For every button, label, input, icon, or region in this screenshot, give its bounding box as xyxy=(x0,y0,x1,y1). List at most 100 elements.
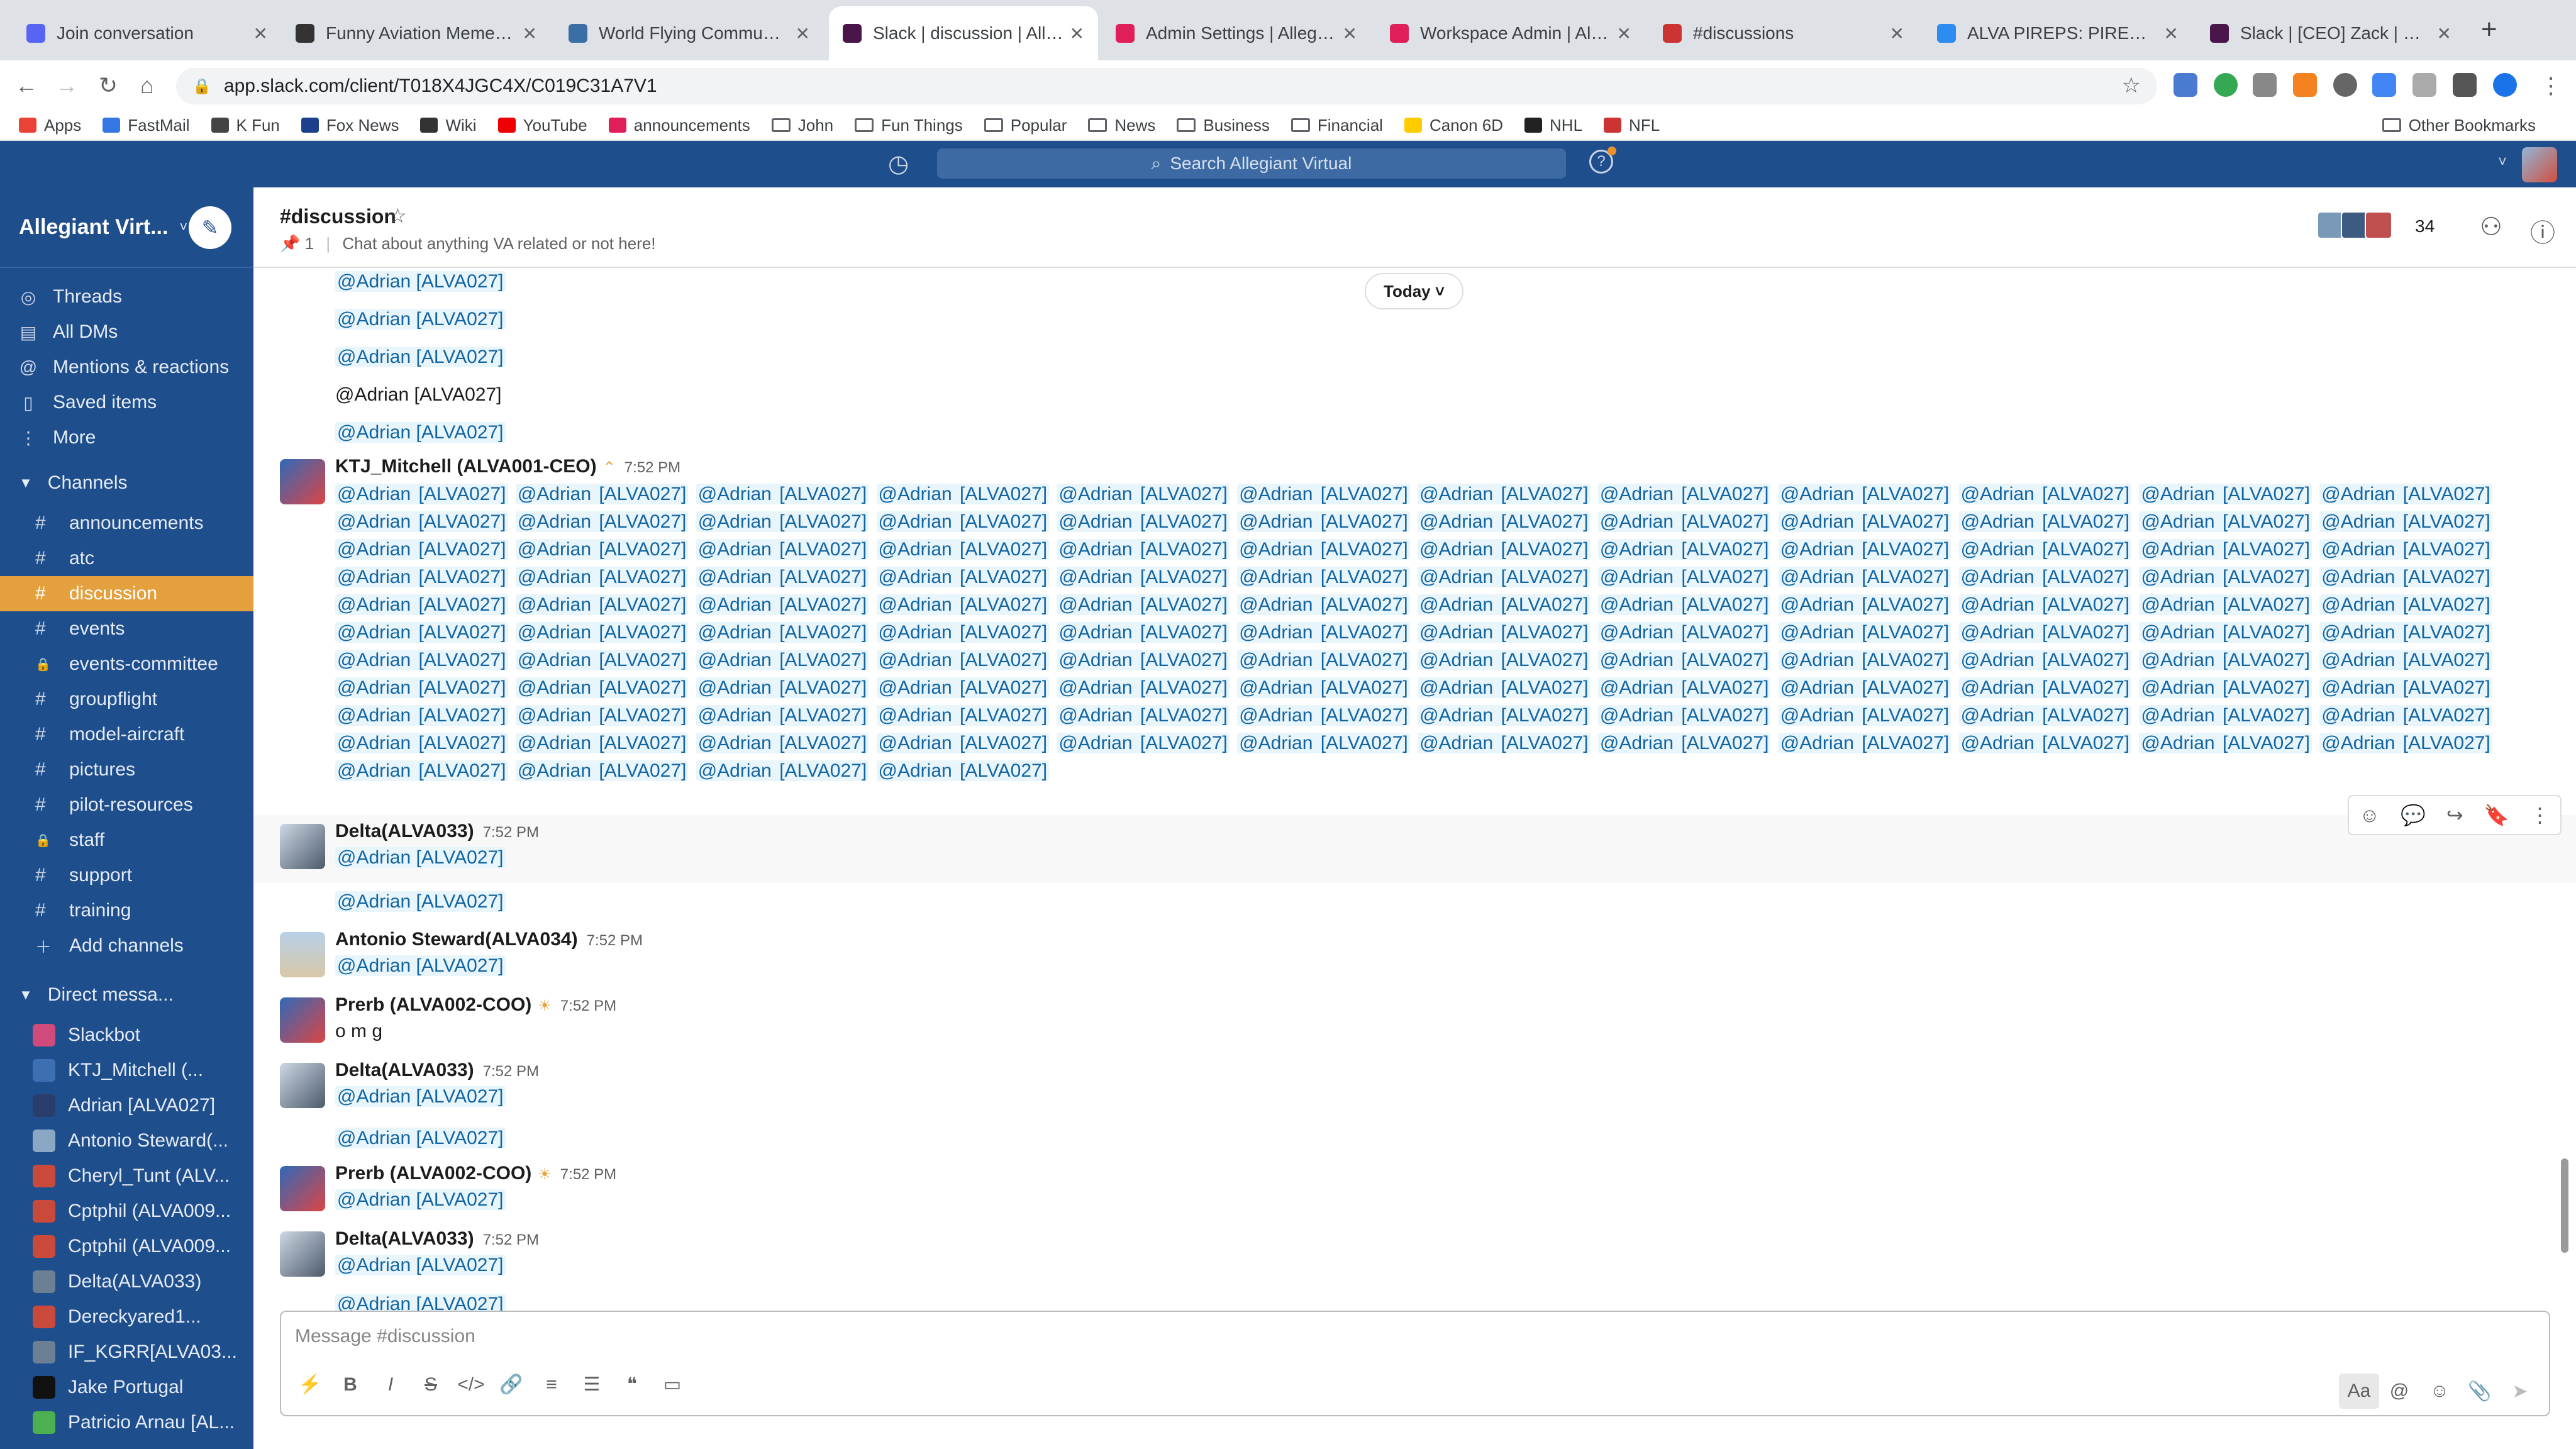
mention-link[interactable]: @Adrian [ALVA027] xyxy=(1958,622,2132,643)
avatar[interactable] xyxy=(280,932,325,977)
avatar[interactable] xyxy=(280,824,325,869)
mention-link[interactable]: @Adrian [ALVA027] xyxy=(1237,705,1410,726)
mention-link[interactable]: @Adrian [ALVA027] xyxy=(1057,594,1230,615)
message-author[interactable]: KTJ_Mitchell (ALVA001-CEO) xyxy=(335,456,597,477)
mention-link[interactable]: @Adrian [ALVA027] xyxy=(2319,650,2492,670)
mention-link[interactable]: @Adrian [ALVA027] xyxy=(335,733,508,753)
mention-link[interactable]: @Adrian [ALVA027] xyxy=(2139,650,2312,670)
sidebar-dm-item[interactable]: Cptphil (ALVA009... xyxy=(0,1229,253,1264)
add-reaction-icon[interactable]: ☺ xyxy=(2359,804,2380,827)
sidebar-dm-item[interactable]: Slackbot xyxy=(0,1018,253,1053)
mention-link[interactable]: @Adrian [ALVA027] xyxy=(1418,484,1591,504)
sidebar-dm-item[interactable]: Antonio Steward(... xyxy=(0,1123,253,1158)
mention-link[interactable]: @Adrian [ALVA027] xyxy=(1418,622,1591,643)
mention-link[interactable]: @Adrian [ALVA027] xyxy=(1597,511,1771,532)
mention-link[interactable]: @Adrian [ALVA027] xyxy=(2139,511,2312,532)
search-input[interactable]: ⌕ Search Allegiant Virtual xyxy=(937,148,1566,179)
sidebar-channel-events[interactable]: # events xyxy=(0,611,253,647)
mention-link[interactable]: @Adrian [ALVA027] xyxy=(696,539,869,560)
message-timestamp[interactable]: 7:52 PM xyxy=(560,997,616,1014)
screen-extension-icon[interactable] xyxy=(2372,73,2396,97)
mention-link[interactable]: @Adrian [ALVA027] xyxy=(2139,594,2312,615)
mention-link[interactable]: @Adrian [ALVA027] xyxy=(335,309,506,330)
bookmark-item[interactable]: News xyxy=(1088,116,1155,135)
message-author[interactable]: Delta(ALVA033) xyxy=(335,1228,474,1249)
mention-link[interactable]: @Adrian [ALVA027] xyxy=(1958,511,2132,532)
mention-link[interactable]: @Adrian [ALVA027] xyxy=(515,733,689,753)
forward-icon[interactable]: → xyxy=(50,69,83,102)
mention-link[interactable]: @Adrian [ALVA027] xyxy=(696,677,869,698)
sidebar-channel-training[interactable]: # training xyxy=(0,893,253,928)
mention-link[interactable]: @Adrian [ALVA027] xyxy=(876,733,1050,753)
sidebar-channel-atc[interactable]: # atc xyxy=(0,541,253,576)
sidebar-channel-pilot-resources[interactable]: # pilot-resources xyxy=(0,787,253,823)
extension-icon[interactable] xyxy=(2412,73,2436,97)
mention-link[interactable]: @Adrian [ALVA027] xyxy=(335,271,506,292)
mention-link[interactable]: @Adrian [ALVA027] xyxy=(1597,733,1771,753)
close-icon[interactable]: ✕ xyxy=(2437,23,2451,44)
profile-avatar[interactable] xyxy=(2493,73,2517,97)
close-icon[interactable]: ✕ xyxy=(253,23,268,44)
mention-link[interactable]: @Adrian [ALVA027] xyxy=(696,484,869,504)
browser-tab[interactable]: Join conversation ✕ xyxy=(13,6,282,60)
mention-link[interactable]: @Adrian [ALVA027] xyxy=(1597,539,1771,560)
bookmark-item[interactable]: announcements xyxy=(608,116,750,135)
close-icon[interactable]: ✕ xyxy=(1617,23,1631,44)
sidebar-item-threads[interactable]: ◎ Threads xyxy=(0,279,253,314)
mention-link[interactable]: @Adrian [ALVA027] xyxy=(335,650,508,670)
sidebar-dm-item[interactable]: Cheryl_Tunt (ALV... xyxy=(0,1158,253,1194)
mention-link[interactable]: @Adrian [ALVA027] xyxy=(335,511,508,532)
home-icon[interactable]: ⌂ xyxy=(131,69,164,102)
mention-link[interactable]: @Adrian [ALVA027] xyxy=(696,567,869,587)
mention-link[interactable]: @Adrian [ALVA027] xyxy=(2139,484,2312,504)
mention-link[interactable]: @Adrian [ALVA027] xyxy=(2139,539,2312,560)
bookmark-item[interactable]: Canon 6D xyxy=(1404,116,1503,135)
blockquote-icon[interactable]: ❝ xyxy=(612,1374,652,1396)
mention-link[interactable]: @Adrian [ALVA027] xyxy=(335,847,506,868)
mention-link[interactable]: @Adrian [ALVA027] xyxy=(696,594,869,615)
mention-link[interactable]: @Adrian [ALVA027] xyxy=(1597,567,1771,587)
extension-icon[interactable] xyxy=(2253,73,2277,97)
mention-link[interactable]: @Adrian [ALVA027] xyxy=(1237,733,1410,753)
attach-icon[interactable]: 📎 xyxy=(2460,1380,2500,1402)
strikethrough-icon[interactable]: S xyxy=(411,1374,451,1396)
mention-link[interactable]: @Adrian [ALVA027] xyxy=(1958,484,2132,504)
mention-link[interactable]: @Adrian [ALVA027] xyxy=(2319,677,2492,698)
mention-link[interactable]: @Adrian [ALVA027] xyxy=(1778,733,1951,753)
mention-link[interactable]: @Adrian [ALVA027] xyxy=(1418,650,1591,670)
mention-link[interactable]: @Adrian [ALVA027] xyxy=(335,1294,506,1312)
puzzle-icon[interactable] xyxy=(2453,73,2477,97)
sidebar-dm-item[interactable]: Adrian [ALVA027] xyxy=(0,1088,253,1123)
star-icon[interactable]: ☆ xyxy=(389,204,407,228)
mention-link[interactable]: @Adrian [ALVA027] xyxy=(696,650,869,670)
send-icon[interactable]: ➤ xyxy=(2500,1380,2540,1402)
mention-link[interactable]: @Adrian [ALVA027] xyxy=(1057,511,1230,532)
bookmark-item[interactable]: NHL xyxy=(1524,116,1582,135)
mention-link[interactable]: @Adrian [ALVA027] xyxy=(1597,594,1771,615)
mention-link[interactable]: @Adrian [ALVA027] xyxy=(335,622,508,643)
message-author[interactable]: Prerb (ALVA002-COO) xyxy=(335,1163,531,1184)
mention-link[interactable]: @Adrian [ALVA027] xyxy=(876,511,1050,532)
mention-link[interactable]: @Adrian [ALVA027] xyxy=(876,622,1050,643)
mention-link[interactable]: @Adrian [ALVA027] xyxy=(1418,705,1591,726)
sidebar-channel-discussion[interactable]: # discussion xyxy=(0,576,253,611)
bookmark-item[interactable]: Popular xyxy=(984,116,1067,135)
browser-tab[interactable]: #discussions ✕ xyxy=(1649,6,1918,60)
mention-link[interactable]: @Adrian [ALVA027] xyxy=(1418,511,1591,532)
close-icon[interactable]: ✕ xyxy=(796,23,810,44)
mention-link[interactable]: @Adrian [ALVA027] xyxy=(1237,677,1410,698)
mention-link[interactable]: @Adrian [ALVA027] xyxy=(515,539,689,560)
mention-link[interactable]: @Adrian [ALVA027] xyxy=(1597,484,1771,504)
mention-link[interactable]: @Adrian [ALVA027] xyxy=(2319,705,2492,726)
mention-link[interactable]: @Adrian [ALVA027] xyxy=(1778,650,1951,670)
bookmark-item[interactable]: Wiki xyxy=(420,116,477,135)
mention-link[interactable]: @Adrian [ALVA027] xyxy=(515,760,689,781)
mention-link[interactable]: @Adrian [ALVA027] xyxy=(335,422,506,443)
link-icon[interactable]: 🔗 xyxy=(491,1374,531,1396)
mention-link[interactable]: @Adrian [ALVA027] xyxy=(1958,650,2132,670)
mention-link[interactable]: @Adrian [ALVA027] xyxy=(1418,567,1591,587)
emoji-icon[interactable]: ☺ xyxy=(2419,1380,2460,1402)
sidebar-dm-item[interactable]: Delta(ALVA033) xyxy=(0,1264,253,1299)
mention-link[interactable]: @Adrian [ALVA027] xyxy=(1057,484,1230,504)
mention-link[interactable]: @Adrian [ALVA027] xyxy=(1418,733,1591,753)
